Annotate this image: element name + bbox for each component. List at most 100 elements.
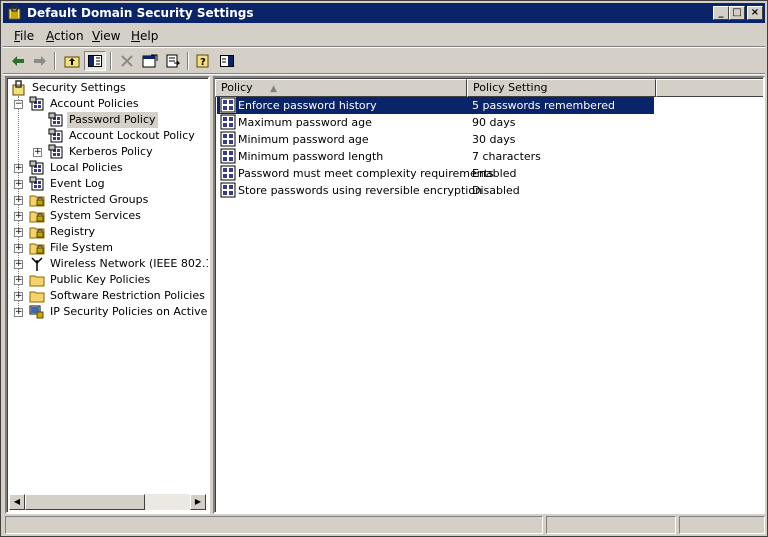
tree-item[interactable]: + Wireless Network (IEEE 802.11) P	[7, 256, 208, 272]
help-icon: ?	[196, 54, 209, 68]
show-hide-tree-button[interactable]	[84, 51, 106, 71]
tree-item-label: Event Log	[50, 177, 105, 190]
policy-folder-icon	[29, 96, 45, 112]
tree-item[interactable]: + Local Policies	[7, 160, 207, 176]
status-panel-main	[5, 516, 543, 534]
column-header-policy-setting[interactable]: Policy Setting	[467, 79, 656, 97]
status-panel-3	[679, 516, 765, 534]
show-hide-action-pane-button[interactable]	[216, 51, 238, 71]
list-row[interactable]: Maximum password age 90 days	[217, 114, 657, 131]
export-list-button[interactable]	[162, 51, 184, 71]
show-hide-tree-icon	[88, 55, 102, 67]
list-row[interactable]: Enforce password history 5 passwords reme…	[217, 97, 654, 114]
maximize-button[interactable]: □	[729, 6, 745, 20]
list-row[interactable]: Minimum password length 7 characters	[217, 148, 657, 165]
menu-help[interactable]: Help	[131, 29, 158, 43]
tree-item[interactable]: Account Lockout Policy	[7, 128, 207, 144]
policy-name: Store passwords using reversible encrypt…	[238, 184, 483, 197]
list-row[interactable]: Store passwords using reversible encrypt…	[217, 182, 657, 199]
tree-item[interactable]: + IP Security Policies on Active Dire	[7, 304, 208, 320]
tree-item-label: Kerberos Policy	[69, 145, 153, 158]
tree-item[interactable]: + Registry	[7, 224, 207, 240]
policy-name: Minimum password length	[238, 150, 384, 163]
collapse-icon[interactable]: −	[14, 100, 23, 109]
toolbar-separator	[110, 52, 112, 70]
expand-icon[interactable]: +	[33, 148, 42, 157]
help-button[interactable]: ?	[193, 51, 215, 71]
details-list[interactable]: Policy ▲ Policy Setting Enforce password…	[213, 76, 765, 514]
expand-icon[interactable]: +	[14, 228, 23, 237]
tree-item[interactable]: + Restricted Groups	[7, 192, 207, 208]
tree-item-label: Software Restriction Policies	[50, 289, 205, 302]
forward-icon	[34, 56, 46, 66]
expand-icon[interactable]: +	[14, 180, 23, 189]
scroll-thumb[interactable]	[25, 494, 145, 510]
menu-file[interactable]: File	[14, 29, 34, 43]
tree-item[interactable]: + System Services	[7, 208, 207, 224]
tree-item[interactable]: Security Settings	[7, 80, 207, 96]
tree-item[interactable]: + Event Log	[7, 176, 207, 192]
column-header-filler	[656, 79, 763, 97]
tree-item-label: Registry	[50, 225, 96, 238]
expand-icon[interactable]: +	[14, 244, 23, 253]
expand-icon[interactable]: +	[14, 260, 23, 269]
window-title: Default Domain Security Settings	[27, 6, 254, 20]
tree-item[interactable]: − Account Policies	[7, 96, 207, 112]
toolbar-separator	[187, 52, 189, 70]
tree-item[interactable]: + Public Key Policies	[7, 272, 207, 288]
secure-folder-icon	[29, 208, 45, 224]
tree-item-label: Wireless Network (IEEE 802.11) P	[50, 257, 208, 270]
folder-icon	[29, 272, 45, 288]
policy-name: Enforce password history	[238, 99, 377, 112]
menu-view[interactable]: View	[92, 29, 120, 43]
back-button[interactable]	[7, 51, 29, 71]
tree-item[interactable]: + Kerberos Policy	[7, 144, 207, 160]
tree-item[interactable]: + Software Restriction Policies	[7, 288, 207, 304]
tree-item-label: File System	[50, 241, 113, 254]
scroll-left-icon[interactable]: ◀	[9, 494, 25, 510]
status-bar	[3, 515, 765, 535]
minimize-button[interactable]: _	[713, 6, 729, 20]
policy-name: Password must meet complexity requiremen…	[238, 167, 494, 180]
close-button[interactable]: ×	[747, 6, 763, 20]
ip-security-icon	[29, 304, 45, 320]
column-header-policy[interactable]: Policy ▲	[215, 79, 467, 97]
delete-button[interactable]	[116, 51, 138, 71]
expand-icon[interactable]: +	[14, 292, 23, 301]
security-settings-icon	[11, 80, 27, 96]
tree-item[interactable]: Password Policy	[7, 112, 207, 128]
policy-setting: 90 days	[472, 116, 516, 129]
title-bar[interactable]: Default Domain Security Settings _ □ ×	[3, 3, 765, 23]
secure-folder-icon	[29, 224, 45, 240]
list-row[interactable]: Minimum password age 30 days	[217, 131, 657, 148]
policy-folder-icon	[48, 128, 64, 144]
policy-icon	[220, 114, 236, 130]
scroll-right-icon[interactable]: ▶	[190, 494, 206, 510]
properties-icon	[142, 54, 158, 68]
tree-item-label: System Services	[50, 209, 141, 222]
policy-icon	[220, 182, 236, 198]
policy-icon	[220, 97, 236, 113]
expand-icon[interactable]: +	[14, 196, 23, 205]
secure-folder-icon	[29, 240, 45, 256]
expand-icon[interactable]: +	[14, 164, 23, 173]
tree-item[interactable]: + File System	[7, 240, 207, 256]
policy-setting: 5 passwords remembered	[472, 99, 615, 112]
expand-icon[interactable]: +	[14, 276, 23, 285]
tree-item-label: Local Policies	[50, 161, 123, 174]
expand-icon[interactable]: +	[14, 212, 23, 221]
policy-setting: Enabled	[472, 167, 517, 180]
console-tree[interactable]: Security Settings − Account Policies Passwo…	[5, 76, 210, 514]
expand-icon[interactable]: +	[14, 308, 23, 317]
menu-action[interactable]: Action	[46, 29, 84, 43]
up-one-level-button[interactable]	[61, 51, 83, 71]
forward-button[interactable]	[29, 51, 51, 71]
wireless-antenna-icon	[29, 256, 45, 272]
back-icon	[12, 56, 24, 66]
list-row[interactable]: Password must meet complexity requiremen…	[217, 165, 657, 182]
folder-icon	[29, 288, 45, 304]
tree-horizontal-scrollbar[interactable]: ◀ ▶	[9, 494, 206, 510]
policy-folder-icon	[48, 112, 64, 128]
toolbar: ?	[3, 49, 765, 73]
properties-button[interactable]	[139, 51, 161, 71]
